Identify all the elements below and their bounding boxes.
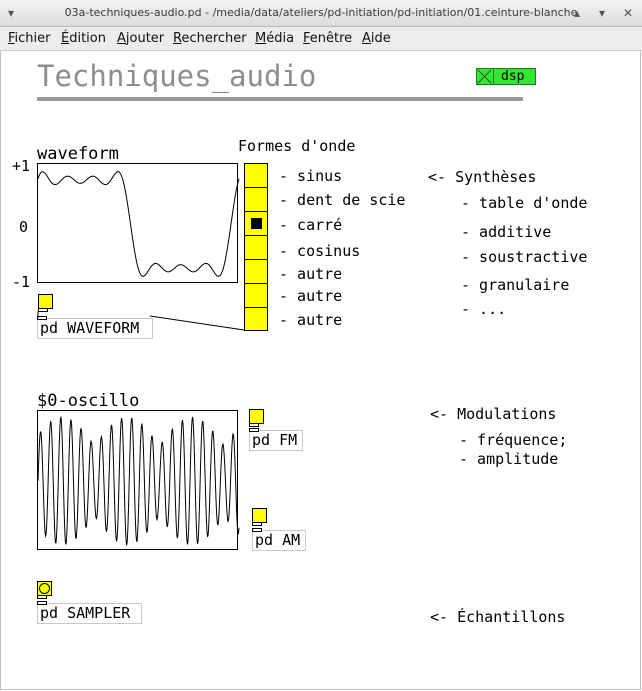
waveform-radio-selector[interactable] bbox=[244, 163, 268, 331]
waveform-ylabel-bottom: -1 bbox=[12, 273, 31, 291]
radio-cell[interactable] bbox=[245, 308, 267, 332]
maximize-icon[interactable]: ▾ bbox=[599, 4, 605, 22]
pd-sampler-object[interactable]: pd SAMPLER bbox=[37, 601, 142, 624]
pd-waveform-object[interactable]: pd WAVEFORM bbox=[37, 316, 153, 339]
dsp-cross-icon bbox=[477, 69, 492, 84]
oscillo-curve bbox=[37, 416, 240, 547]
window-titlebar[interactable]: ▾ 03a-techniques-audio.pd - /media/data/… bbox=[0, 0, 642, 27]
fm-bang[interactable] bbox=[249, 409, 264, 427]
am-bang[interactable] bbox=[252, 508, 267, 526]
pd-fm-object[interactable]: pd FM bbox=[249, 428, 303, 451]
pd-am-object[interactable]: pd AM bbox=[252, 528, 306, 551]
modulations-heading: <- Modulations bbox=[430, 405, 557, 423]
radio-selected-marker bbox=[251, 218, 262, 229]
menu-rechercher[interactable]: Rechercher bbox=[173, 31, 247, 46]
pd-waveform-label: pd WAVEFORM bbox=[40, 319, 140, 337]
menu-edition[interactable]: Édition bbox=[61, 31, 106, 46]
radio-cell[interactable] bbox=[245, 284, 267, 308]
forme-option-autre-2: - autre bbox=[279, 287, 343, 305]
dsp-label: dsp bbox=[501, 69, 525, 84]
waveform-curve bbox=[37, 171, 240, 277]
menu-fenetre[interactable]: Fenêtre bbox=[303, 31, 352, 46]
close-icon[interactable]: ✕ bbox=[623, 4, 633, 22]
title-underline bbox=[37, 97, 523, 101]
waveform-bang[interactable] bbox=[38, 294, 53, 312]
pd-fm-label: pd FM bbox=[252, 431, 298, 449]
syntheses-heading: <- Synthèses bbox=[428, 168, 537, 186]
synthese-table-onde: - table d'onde bbox=[461, 194, 588, 212]
forme-option-autre-1: - autre bbox=[279, 265, 343, 283]
waveform-plot bbox=[37, 171, 240, 277]
waveform-array-name: waveform bbox=[37, 144, 119, 164]
sampler-comment: <- Échantillons bbox=[430, 608, 566, 626]
formes-heading: Formes d'onde bbox=[238, 137, 356, 155]
modulation-frequence: - fréquence; bbox=[459, 431, 568, 449]
menu-fichier[interactable]: Fichier bbox=[8, 31, 51, 46]
radio-cell[interactable] bbox=[245, 188, 267, 212]
forme-option-sinus: - sinus bbox=[279, 167, 343, 185]
dsp-checkbox[interactable] bbox=[477, 69, 494, 84]
pd-am-label: pd AM bbox=[255, 531, 301, 549]
patch-title: Techniques_audio bbox=[37, 59, 317, 93]
oscillo-array-name: $0-oscillo bbox=[37, 391, 140, 411]
forme-option-autre-3: - autre bbox=[279, 311, 343, 329]
sampler-bang[interactable] bbox=[37, 581, 52, 599]
oscillo-plot bbox=[37, 416, 240, 547]
forme-option-dent-de-scie: - dent de scie bbox=[279, 191, 406, 209]
radio-cell[interactable] bbox=[245, 164, 267, 188]
menu-aide[interactable]: Aide bbox=[362, 31, 391, 46]
radio-cell[interactable] bbox=[245, 236, 267, 260]
waveform-ylabel-top: +1 bbox=[12, 157, 31, 175]
synthese-etc: - ... bbox=[461, 300, 507, 318]
menu-bar: Fichier Édition Ajouter Rechercher Média… bbox=[0, 27, 642, 51]
minimize-icon[interactable]: ▴ bbox=[574, 4, 580, 22]
forme-option-cosinus: - cosinus bbox=[279, 242, 361, 260]
synthese-additive: - additive bbox=[461, 223, 552, 241]
modulation-amplitude: - amplitude bbox=[459, 450, 559, 468]
dsp-toggle[interactable]: dsp bbox=[476, 68, 536, 85]
forme-option-carre: - carré bbox=[279, 216, 343, 234]
bang-circle-icon bbox=[39, 583, 50, 594]
oscillo-array-graph[interactable] bbox=[37, 410, 240, 550]
synthese-soustractive: - soustractive bbox=[461, 248, 588, 266]
window-title: 03a-techniques-audio.pd - /media/data/at… bbox=[64, 6, 578, 19]
synthese-granulaire: - granulaire bbox=[461, 276, 570, 294]
radio-cell[interactable] bbox=[245, 260, 267, 284]
waveform-array-graph[interactable] bbox=[37, 163, 240, 283]
pd-sampler-label: pd SAMPLER bbox=[40, 604, 131, 622]
menu-ajouter[interactable]: Ajouter bbox=[117, 31, 164, 46]
menu-media[interactable]: Média bbox=[255, 31, 294, 46]
window-menu-chevron-icon[interactable]: ▾ bbox=[8, 4, 14, 22]
radio-cell[interactable] bbox=[245, 212, 267, 236]
waveform-ylabel-zero: 0 bbox=[19, 218, 29, 236]
